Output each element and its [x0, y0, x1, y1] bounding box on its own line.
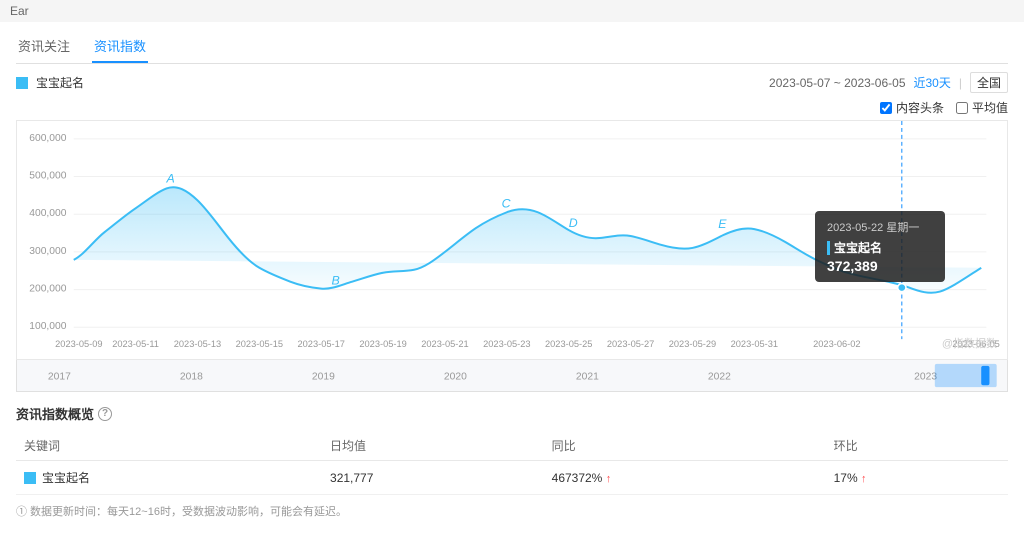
svg-text:2023-05-17: 2023-05-17 — [298, 339, 345, 349]
svg-text:2023-05-21: 2023-05-21 — [421, 339, 468, 349]
chart-tooltip: 2023-05-22 星期一 宝宝起名 372,389 — [815, 211, 945, 282]
tooltip-value: 372,389 — [827, 258, 933, 274]
legend-area: 宝宝起名 — [16, 74, 84, 91]
keyword-text: 宝宝起名 — [42, 469, 90, 486]
svg-text:2023-05-19: 2023-05-19 — [359, 339, 406, 349]
tooltip-keyword: 宝宝起名 — [834, 239, 882, 256]
svg-text:C: C — [502, 196, 511, 210]
col-daily-avg: 日均值 — [322, 431, 544, 461]
svg-text:2023-05-15: 2023-05-15 — [236, 339, 283, 349]
main-chart: 600,000 500,000 400,000 300,000 200,000 … — [16, 120, 1008, 360]
daily-avg-cell: 321,777 — [322, 461, 544, 495]
col-mom: 环比 — [826, 431, 1008, 461]
checkbox-average[interactable]: 平均值 — [956, 99, 1008, 116]
mom-cell: 17% ↑ — [826, 461, 1008, 495]
mom-arrow: ↑ — [861, 473, 867, 485]
yoy-arrow: ↑ — [606, 473, 612, 485]
svg-text:D: D — [569, 216, 578, 230]
svg-text:2023-05-31: 2023-05-31 — [731, 339, 778, 349]
tab-news-attention[interactable]: 资讯关注 — [16, 30, 72, 63]
svg-text:2023-05-13: 2023-05-13 — [174, 339, 221, 349]
svg-text:300,000: 300,000 — [29, 246, 67, 257]
footer-note: ① 数据更新时间：每天12~16时，受数据波动影响，可能会有延迟。 — [16, 503, 1008, 519]
svg-text:2023-05-29: 2023-05-29 — [669, 339, 716, 349]
svg-text:2023-05-11: 2023-05-11 — [112, 339, 159, 349]
svg-text:2023-05-23: 2023-05-23 — [483, 339, 530, 349]
svg-text:A: A — [166, 172, 175, 186]
tooltip-date: 2023-05-22 星期一 — [827, 219, 933, 235]
yoy-cell: 467372% ↑ — [544, 461, 826, 495]
svg-text:600,000: 600,000 — [29, 133, 67, 144]
svg-text:2023-06-02: 2023-06-02 — [813, 339, 860, 349]
controls-right: 2023-05-07 ~ 2023-06-05 近30天 | 全国 — [769, 72, 1008, 93]
separator: | — [959, 76, 962, 90]
svg-text:400,000: 400,000 — [29, 208, 67, 219]
checkbox-average-label: 平均值 — [972, 99, 1008, 116]
summary-table: 关键词 日均值 同比 环比 宝宝起名 321,777 4 — [16, 431, 1008, 495]
checkbox-group: 内容头条 平均值 — [16, 99, 1008, 116]
legend-label: 宝宝起名 — [36, 74, 84, 91]
legend-color-box — [16, 77, 28, 89]
summary-title: 资讯指数概览 ? — [16, 404, 1008, 423]
svg-text:2017: 2017 — [48, 372, 71, 383]
svg-text:2022: 2022 — [708, 372, 731, 383]
app-title: Ear — [10, 4, 29, 18]
svg-text:2023: 2023 — [914, 372, 937, 383]
table-row: 宝宝起名 321,777 467372% ↑ 17% ↑ — [16, 461, 1008, 495]
svg-text:2018: 2018 — [180, 372, 203, 383]
col-keyword: 关键词 — [16, 431, 322, 461]
checkbox-content-head-label: 内容头条 — [896, 99, 944, 116]
date-range: 2023-05-07 ~ 2023-06-05 — [769, 76, 905, 90]
tab-news-index[interactable]: 资讯指数 — [92, 30, 148, 63]
tooltip-color-indicator — [827, 241, 830, 255]
svg-text:2023-05-09: 2023-05-09 — [55, 339, 102, 349]
keyword-cell: 宝宝起名 — [16, 461, 322, 495]
checkbox-content-head[interactable]: 内容头条 — [880, 99, 944, 116]
col-yoy: 同比 — [544, 431, 826, 461]
svg-text:2023-05-27: 2023-05-27 — [607, 339, 654, 349]
mom-value: 17% — [834, 471, 858, 485]
chart-controls: 宝宝起名 2023-05-07 ~ 2023-06-05 近30天 | 全国 — [16, 72, 1008, 93]
svg-text:2019: 2019 — [312, 372, 335, 383]
main-container: 资讯关注 资讯指数 宝宝起名 2023-05-07 ~ 2023-06-05 近… — [0, 22, 1024, 527]
svg-text:2020: 2020 — [444, 372, 467, 383]
timeline-area[interactable]: 2017 2018 2019 2020 2021 2022 2023 — [16, 360, 1008, 392]
svg-text:2021: 2021 — [576, 372, 599, 383]
watermark: @指数据数 — [942, 335, 997, 351]
svg-text:B: B — [332, 274, 340, 288]
keyword-color-box — [24, 472, 36, 484]
yoy-value: 467372% — [552, 471, 603, 485]
tab-bar: 资讯关注 资讯指数 — [16, 30, 1008, 64]
info-icon[interactable]: ? — [98, 407, 112, 421]
tooltip-label-row: 宝宝起名 — [827, 239, 933, 256]
period-button[interactable]: 近30天 — [914, 74, 951, 91]
svg-text:E: E — [718, 217, 727, 231]
checkbox-average-input[interactable] — [956, 102, 968, 114]
timeline-svg: 2017 2018 2019 2020 2021 2022 2023 — [17, 360, 1007, 391]
svg-text:200,000: 200,000 — [29, 284, 67, 295]
summary-title-text: 资讯指数概览 — [16, 404, 94, 423]
svg-text:100,000: 100,000 — [29, 321, 67, 332]
top-bar: Ear — [0, 0, 1024, 22]
region-button[interactable]: 全国 — [970, 72, 1008, 93]
svg-text:2023-05-25: 2023-05-25 — [545, 339, 592, 349]
summary-section: 资讯指数概览 ? 关键词 日均值 同比 环比 宝宝起名 — [16, 404, 1008, 519]
checkbox-content-head-input[interactable] — [880, 102, 892, 114]
svg-text:500,000: 500,000 — [29, 171, 67, 182]
